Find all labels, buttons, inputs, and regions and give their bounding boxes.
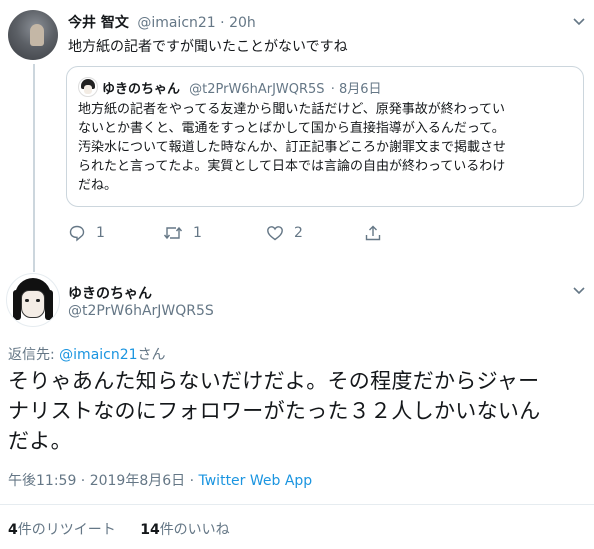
like-count: 2 <box>294 225 303 241</box>
quoted-avatar <box>78 77 98 97</box>
engagement-stats: 4件のリツイート 14件のいいね <box>8 519 230 539</box>
replying-to-prefix: 返信先: <box>8 347 60 363</box>
timestamp-text[interactable]: 午後11:59 · 2019年8月6日 · <box>8 473 199 489</box>
quoted-author-handle: @t2PrW6hArJWQR5S <box>189 82 325 97</box>
thread-line <box>33 64 35 272</box>
replying-to-handle[interactable]: @imaicn21 <box>59 347 137 363</box>
reply-count: 1 <box>96 225 105 241</box>
main-tweet-text: そりゃあんた知らないだけだよ。その程度だからジャー ナリストなのにフォロワーがた… <box>8 366 541 456</box>
avatar-imai[interactable] <box>8 10 58 60</box>
source-link[interactable]: Twitter Web App <box>199 473 313 489</box>
author-name[interactable]: 今井 智文 <box>68 15 129 31</box>
main-text-line: ナリストなのにフォロワーがたった３２人しかいないん <box>8 399 541 423</box>
tweet-header: 今井 智文 @imaicn21 · 20h <box>68 12 256 32</box>
like-stat-count: 14 <box>140 522 160 538</box>
chevron-down-icon[interactable] <box>572 283 586 297</box>
main-author-handle[interactable]: @t2PrW6hArJWQR5S <box>68 303 214 319</box>
tweet-text: 地方紙の記者ですが聞いたことがないですね <box>68 39 348 55</box>
quoted-tweet-text: 地方紙の記者をやってる友達から聞いた話だけど、原発事故が終わってい ないとか書く… <box>78 100 506 195</box>
reply-action[interactable]: 1 <box>68 224 105 242</box>
retweet-stat-label: 件のリツイート <box>17 522 116 538</box>
tweet-timestamp: 午後11:59 · 2019年8月6日 · Twitter Web App <box>8 470 312 490</box>
like-icon <box>267 226 283 241</box>
tweet-time[interactable]: 20h <box>229 15 256 31</box>
chevron-down-icon[interactable] <box>572 14 586 28</box>
quoted-line: られたと言ってたよ。実質として日本では言論の自由が終わっているわけ <box>78 159 506 174</box>
retweet-stat-count: 4 <box>8 522 18 538</box>
quoted-line: だね。 <box>78 178 118 193</box>
like-stat-label: 件のいいね <box>159 522 230 538</box>
quoted-tweet-header: ゆきのちゃん @t2PrW6hArJWQR5S · 8月6日 <box>102 78 382 97</box>
retweet-count: 1 <box>193 225 202 241</box>
main-text-line: そりゃあんた知らないだけだよ。その程度だからジャー <box>8 369 540 393</box>
quoted-line: ないとか書くと、電通をすっとばかして国から直接指導が入るんだって。 <box>78 121 505 136</box>
like-action[interactable]: 2 <box>266 224 303 242</box>
share-action[interactable] <box>364 224 382 242</box>
retweet-stat[interactable]: 4件のリツイート <box>8 522 120 538</box>
avatar-yukino[interactable] <box>6 273 60 327</box>
divider <box>0 504 594 505</box>
separator-dot: · <box>220 15 230 31</box>
replying-to: 返信先: @imaicn21さん <box>8 344 166 364</box>
main-author-name[interactable]: ゆきのちゃん <box>68 283 152 303</box>
reply-icon <box>69 225 85 242</box>
like-stat[interactable]: 14件のいいね <box>140 522 229 538</box>
retweet-icon <box>163 226 183 240</box>
replying-to-suffix: さん <box>137 347 166 363</box>
retweet-action[interactable]: 1 <box>163 224 202 242</box>
main-text-line: だよ。 <box>8 429 72 453</box>
share-icon <box>365 225 381 241</box>
author-handle[interactable]: @imaicn21 <box>137 15 215 31</box>
quoted-line: 地方紙の記者をやってる友達から聞いた話だけど、原発事故が終わってい <box>78 102 506 117</box>
quoted-author-name: ゆきのちゃん <box>102 82 181 97</box>
quoted-line: 汚染水について報道した時なんか、訂正記事どころか謝罪文まで掲載させ <box>78 140 506 155</box>
quoted-date: · 8月6日 <box>330 82 382 97</box>
